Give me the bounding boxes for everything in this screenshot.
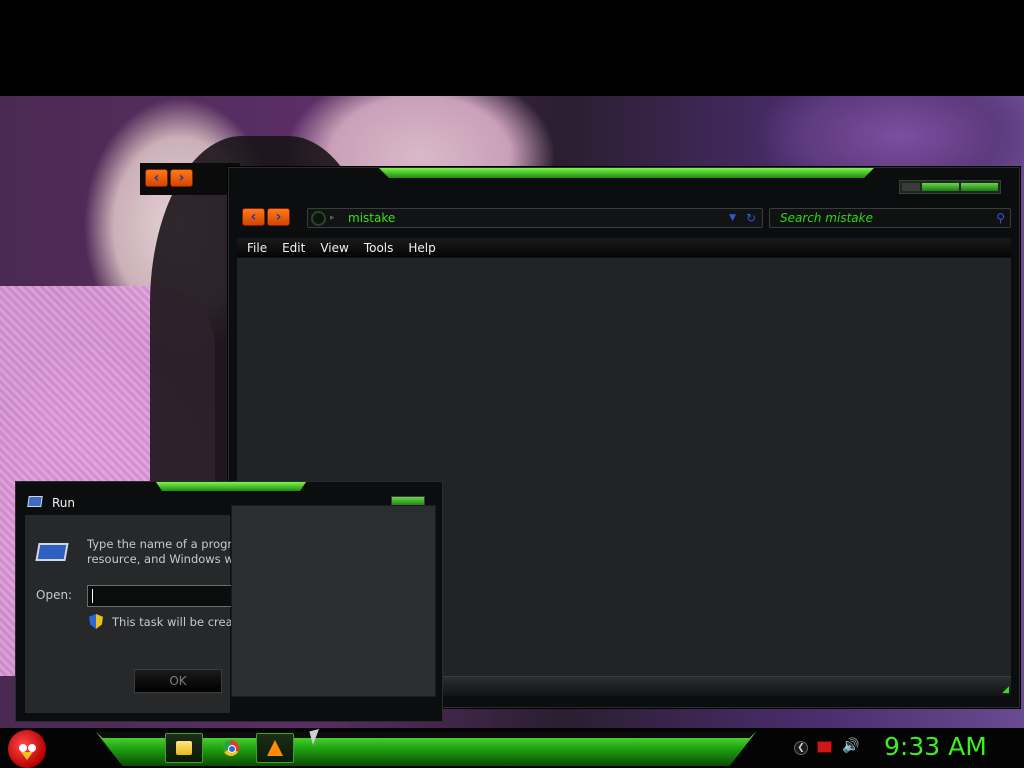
run-title-icon <box>27 496 43 507</box>
dialog-top-glow <box>156 482 306 491</box>
search-input[interactable]: Search mistake ⚲ <box>769 208 1011 228</box>
breadcrumb-arrow-icon[interactable]: ▸ <box>330 209 335 227</box>
resize-grip-icon[interactable]: ◢ <box>1002 685 1009 695</box>
ok-button[interactable]: OK <box>134 669 222 693</box>
nav-buttons: ‹ › <box>242 208 290 226</box>
volume-icon[interactable]: 🔊 <box>842 738 859 754</box>
taskbar-vlc[interactable] <box>256 733 294 763</box>
window-controls <box>899 180 1001 194</box>
dialog-title: Run <box>52 496 76 510</box>
address-bar[interactable]: ▸ mistake ▼ ↻ <box>307 208 763 228</box>
uac-shield-icon <box>89 614 103 629</box>
text-caret <box>92 589 93 603</box>
angry-bird-beak-icon <box>21 752 33 760</box>
action-center-icon[interactable] <box>817 741 832 753</box>
search-icon[interactable]: ⚲ <box>996 209 1005 227</box>
open-input[interactable] <box>87 585 237 607</box>
address-text: mistake <box>348 211 396 225</box>
back-window-nav: ‹ › <box>145 169 193 187</box>
menu-help[interactable]: Help <box>408 241 435 255</box>
back-button[interactable]: ‹ <box>242 208 265 226</box>
run-description: Type the name of a progra resource, and … <box>87 537 237 567</box>
overlay-panel <box>231 505 436 697</box>
network-icon[interactable]: ❮ <box>794 741 808 755</box>
clock[interactable]: 9:33 AM <box>884 732 987 761</box>
minimize-button[interactable] <box>902 183 921 191</box>
forward-button[interactable]: › <box>267 208 290 226</box>
menu-edit[interactable]: Edit <box>282 241 305 255</box>
taskbar <box>0 728 1024 768</box>
folder-icon <box>176 741 192 755</box>
angry-bird-eye-left-icon <box>19 744 27 752</box>
window-top-glow <box>379 168 874 178</box>
dialog-body: Type the name of a progra resource, and … <box>25 515 237 713</box>
menu-view[interactable]: View <box>320 241 348 255</box>
vlc-icon <box>267 740 283 756</box>
back-arrow-icon[interactable]: ‹ <box>145 169 168 187</box>
location-icon <box>311 211 326 226</box>
start-button[interactable] <box>8 730 46 768</box>
angry-bird-eye-right-icon <box>28 744 36 752</box>
refresh-icon[interactable]: ↻ <box>746 209 756 227</box>
forward-arrow-icon[interactable]: › <box>170 169 193 187</box>
search-placeholder: Search mistake <box>780 211 873 225</box>
address-dropdown-icon[interactable]: ▼ <box>729 209 736 227</box>
run-program-icon <box>35 543 69 561</box>
close-button[interactable] <box>961 183 998 191</box>
taskbar-explorer[interactable] <box>165 733 203 763</box>
chrome-icon <box>223 740 239 756</box>
maximize-button[interactable] <box>922 183 960 191</box>
menu-bar: File Edit View Tools Help <box>237 238 1011 257</box>
description-line-2: resource, and Windows wi <box>87 552 237 566</box>
taskbar-chrome[interactable] <box>212 733 250 763</box>
menu-file[interactable]: File <box>247 241 267 255</box>
background-window[interactable]: ‹ › <box>140 163 240 195</box>
open-label: Open: <box>36 588 73 602</box>
description-line-1: Type the name of a progra <box>87 537 237 551</box>
admin-note: This task will be create <box>112 615 237 629</box>
menu-tools[interactable]: Tools <box>364 241 394 255</box>
desktop: ‹ › ‹ › ▸ mistake ▼ ↻ Search mistake ⚲ F… <box>0 0 1024 768</box>
